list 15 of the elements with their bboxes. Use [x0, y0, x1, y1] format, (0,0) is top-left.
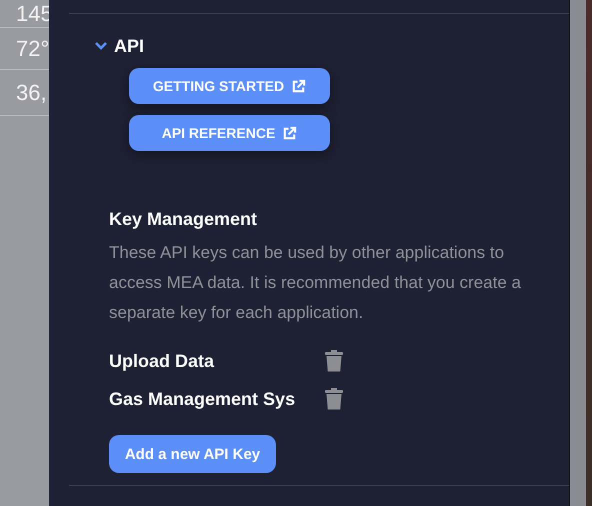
trash-icon[interactable]	[325, 350, 343, 372]
api-key-name: Gas Management Sys	[109, 388, 296, 410]
table-cell: 72°	[16, 36, 50, 62]
chevron-down-icon[interactable]	[95, 42, 107, 50]
add-api-key-button[interactable]: Add a new API Key	[109, 435, 276, 473]
external-link-button[interactable]: GETTING STARTED	[129, 68, 330, 104]
section-heading: Key Management	[109, 209, 258, 230]
section-title: API	[114, 36, 144, 56]
external-link-icon	[291, 78, 306, 94]
external-link-button[interactable]: API REFERENCE	[129, 115, 330, 151]
api-key-name: Upload Data	[109, 350, 216, 372]
trash-icon[interactable]	[325, 388, 343, 410]
table-cell: 36,	[16, 80, 47, 106]
external-link-icon	[282, 126, 298, 140]
description-text: These API keys can be used by other applications to access MEA data. It is recommended that you create a separate key for each application.	[109, 242, 522, 324]
